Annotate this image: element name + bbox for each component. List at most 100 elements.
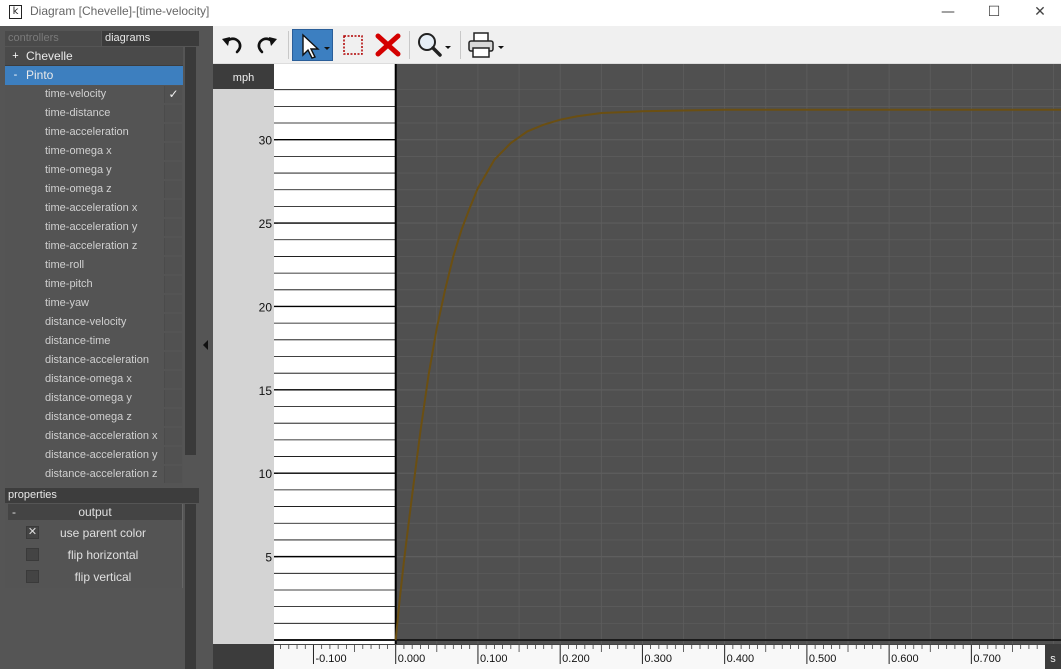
x-tick-label: 0.400 [727, 653, 755, 665]
diagram-visible-checkbox[interactable] [164, 409, 182, 426]
diagram-item-label: time-acceleration y [45, 221, 138, 233]
diagram-list-item[interactable]: time-velocity ✓ [5, 85, 183, 104]
diagram-visible-checkbox[interactable] [164, 466, 182, 483]
diagram-list-item[interactable]: distance-acceleration z [5, 465, 183, 484]
undo-button[interactable] [218, 30, 246, 60]
diagram-list-item[interactable]: distance-acceleration [5, 351, 183, 370]
property-use-parent-color[interactable]: ✕ use parent color [5, 522, 183, 544]
diagram-visible-checkbox[interactable] [164, 105, 182, 122]
chart-area[interactable]: mph 5 10 15 20 25 30 -0.100 0.000 0.100 0.200 0.300… [213, 64, 1061, 669]
undo-icon [222, 37, 242, 54]
diagram-visible-checkbox[interactable] [164, 162, 182, 179]
diagram-visible-checkbox[interactable] [164, 352, 182, 369]
flip-vertical-checkbox[interactable] [26, 570, 39, 583]
property-label: flip horizontal [67, 548, 139, 562]
diagram-visible-checkbox[interactable] [164, 276, 182, 293]
diagram-item-label: distance-acceleration y [45, 449, 158, 461]
redo-icon [257, 37, 277, 54]
diagram-item-label: time-distance [45, 107, 111, 119]
diagram-visible-checkbox[interactable] [164, 124, 182, 141]
x-tick-label: 0.100 [480, 653, 508, 665]
x-tick-label: 0.700 [973, 653, 1001, 665]
diagram-visible-checkbox[interactable] [164, 371, 182, 388]
print-button[interactable] [465, 30, 507, 60]
output-label: output [78, 505, 112, 519]
delete-x-icon [375, 33, 401, 57]
tree-scrollbar[interactable] [185, 47, 196, 455]
property-label: flip vertical [74, 570, 132, 584]
properties-scrollbar[interactable] [185, 504, 196, 669]
diagram-list-item[interactable]: distance-acceleration x [5, 427, 183, 446]
diagram-list-item[interactable]: time-omega z [5, 180, 183, 199]
diagram-visible-checkbox[interactable] [164, 295, 182, 312]
diagram-list-item[interactable]: time-acceleration z [5, 237, 183, 256]
diagram-list-item[interactable]: time-omega y [5, 161, 183, 180]
diagram-visible-checkbox[interactable] [164, 390, 182, 407]
tree-node-chevelle[interactable]: + Chevelle [5, 47, 183, 66]
collapse-panel-arrow-icon[interactable] [203, 340, 208, 350]
diagram-list-item[interactable]: distance-acceleration y [5, 446, 183, 465]
minimize-button[interactable]: — [925, 0, 971, 26]
close-button[interactable]: ✕ [1017, 0, 1061, 26]
x-tick-label: 0.200 [562, 653, 590, 665]
tree-node-pinto[interactable]: - Pinto [5, 66, 183, 85]
redo-button[interactable] [253, 30, 281, 60]
diagram-visible-checkbox[interactable] [164, 219, 182, 236]
diagram-list-item[interactable]: time-acceleration y [5, 218, 183, 237]
diagram-visible-checkbox[interactable] [164, 447, 182, 464]
tab-controllers[interactable]: controllers [5, 31, 101, 46]
diagram-list-item[interactable]: time-acceleration x [5, 199, 183, 218]
toolbar-separator [409, 31, 410, 59]
diagram-visible-checkbox[interactable] [164, 200, 182, 217]
delete-button[interactable] [374, 30, 402, 60]
diagram-item-label: time-roll [45, 259, 85, 271]
diagram-item-label: time-omega z [45, 183, 112, 195]
maximize-button[interactable]: ☐ [971, 0, 1017, 26]
y-axis-label: mph [233, 72, 254, 84]
diagram-item-label: distance-omega z [45, 411, 132, 423]
diagram-visible-checkbox[interactable] [164, 428, 182, 445]
diagram-visible-checkbox[interactable] [164, 333, 182, 350]
collapse-icon[interactable]: - [8, 68, 23, 83]
diagram-item-label: distance-velocity [45, 316, 127, 328]
diagram-list-item[interactable]: distance-time [5, 332, 183, 351]
window-title: Diagram [Chevelle]-[time-velocity] [30, 4, 210, 18]
x-tick-label: 0.000 [398, 653, 426, 665]
tab-diagrams[interactable]: diagrams [102, 31, 199, 46]
output-group-row[interactable]: - output [8, 504, 182, 520]
diagram-visible-checkbox[interactable] [164, 181, 182, 198]
diagram-list-item[interactable]: distance-omega x [5, 370, 183, 389]
diagram-visible-checkbox[interactable]: ✓ [164, 86, 182, 103]
zoom-button[interactable] [414, 30, 454, 60]
diagram-visible-checkbox[interactable] [164, 257, 182, 274]
diagram-list-item[interactable]: time-acceleration [5, 123, 183, 142]
diagram-visible-checkbox[interactable] [164, 143, 182, 160]
x-axis-corner [213, 644, 274, 669]
diagram-visible-checkbox[interactable] [164, 314, 182, 331]
x-tick-label: 0.500 [809, 653, 837, 665]
diagram-list-item[interactable]: time-roll [5, 256, 183, 275]
diagram-item-label: time-velocity [45, 88, 107, 100]
property-flip-vertical[interactable]: flip vertical [5, 566, 183, 588]
y-tick-label: 25 [259, 217, 273, 231]
flip-horizontal-checkbox[interactable] [26, 548, 39, 561]
diagram-list-item[interactable]: time-yaw [5, 294, 183, 313]
time-velocity-chart[interactable]: mph 5 10 15 20 25 30 -0.100 0.000 0.100 0.200 0.300… [213, 64, 1061, 669]
diagram-list-item[interactable]: distance-omega y [5, 389, 183, 408]
zoom-icon [418, 33, 451, 57]
use-parent-color-checkbox[interactable]: ✕ [26, 526, 39, 539]
diagram-list-item[interactable]: distance-velocity [5, 313, 183, 332]
expand-icon[interactable]: + [8, 49, 23, 64]
toolbar [213, 26, 1061, 64]
diagram-list-item[interactable]: time-pitch [5, 275, 183, 294]
diagram-list-item[interactable]: time-distance [5, 104, 183, 123]
diagram-item-label: time-omega y [45, 164, 112, 176]
rect-select-button[interactable] [340, 30, 366, 60]
y-tick-label: 10 [259, 467, 273, 481]
diagram-item-label: time-omega x [45, 145, 112, 157]
property-flip-horizontal[interactable]: flip horizontal [5, 544, 183, 566]
diagram-list-item[interactable]: time-omega x [5, 142, 183, 161]
select-tool-button[interactable] [292, 29, 333, 61]
diagram-list-item[interactable]: distance-omega z [5, 408, 183, 427]
diagram-visible-checkbox[interactable] [164, 238, 182, 255]
